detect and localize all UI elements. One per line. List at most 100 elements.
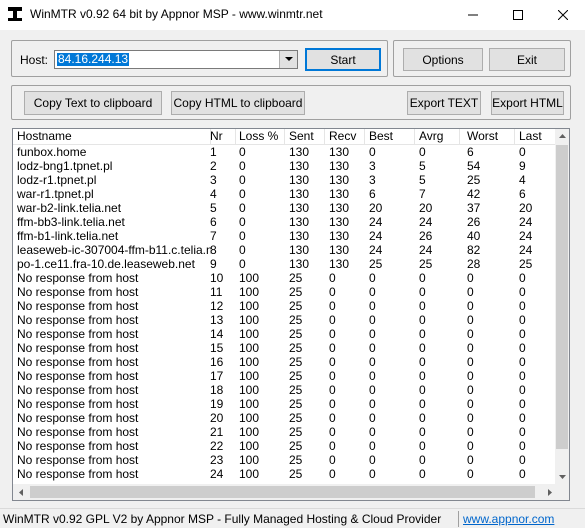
table-row[interactable]: ffm-bb3-link.telia.net 6 0 130 130 24 24 26 24 (13, 215, 558, 229)
cell-worst: 0 (467, 285, 474, 299)
table-row[interactable]: No response from host 17 100 25 0 0 0 0 0 (13, 369, 558, 383)
cell-recv: 0 (329, 453, 336, 467)
cell-last: 0 (519, 285, 526, 299)
cell-avrg: 0 (419, 467, 426, 481)
table-row[interactable]: No response from host 15 100 25 0 0 0 0 0 (13, 341, 558, 355)
col-avrg[interactable]: Avrg (415, 129, 460, 144)
cell-loss: 0 (239, 243, 246, 257)
table-row[interactable]: No response from host 22 100 25 0 0 0 0 0 (13, 439, 558, 453)
cell-sent: 25 (289, 271, 303, 285)
cell-avrg: 0 (419, 313, 426, 327)
close-icon (557, 10, 568, 20)
cell-loss: 0 (239, 187, 246, 201)
cell-last: 0 (519, 327, 526, 341)
export-text-button[interactable]: Export TEXT (407, 91, 481, 115)
minimize-button[interactable] (450, 0, 495, 30)
table-row[interactable]: No response from host 10 100 25 0 0 0 0 0 (13, 271, 558, 285)
col-best[interactable]: Best (365, 129, 415, 144)
table-row[interactable]: po-1.ce11.fra-10.de.leaseweb.net 9 0 130 130… (13, 257, 558, 271)
col-hostname[interactable]: Hostname (13, 129, 211, 144)
cell-avrg: 0 (419, 145, 426, 159)
cell-recv: 130 (329, 145, 350, 159)
cell-avrg: 0 (419, 299, 426, 313)
cell-avrg: 24 (419, 215, 433, 229)
cell-worst: 0 (467, 271, 474, 285)
vertical-scroll-thumb[interactable] (556, 145, 568, 449)
scroll-corner (555, 484, 569, 500)
cell-sent: 25 (289, 425, 303, 439)
col-loss[interactable]: Loss % (235, 129, 285, 144)
host-combobox[interactable]: 84.16.244.13 (54, 50, 298, 69)
table-row[interactable]: No response from host 16 100 25 0 0 0 0 0 (13, 355, 558, 369)
cell-loss: 0 (239, 173, 246, 187)
exit-button[interactable]: Exit (489, 48, 565, 71)
cell-avrg: 0 (419, 285, 426, 299)
cell-nr: 14 (210, 327, 224, 341)
cell-recv: 0 (329, 369, 336, 383)
table-row[interactable]: No response from host 12 100 25 0 0 0 0 0 (13, 299, 558, 313)
col-last[interactable]: Last (515, 129, 559, 144)
table-row[interactable]: No response from host 21 100 25 0 0 0 0 0 (13, 425, 558, 439)
copy-html-button[interactable]: Copy HTML to clipboard (171, 91, 305, 115)
cell-sent: 25 (289, 369, 303, 383)
cell-loss: 100 (239, 341, 260, 355)
cell-last: 25 (519, 257, 533, 271)
table-row[interactable]: lodz-r1.tpnet.pl 3 0 130 130 3 5 25 4 (13, 173, 558, 187)
vertical-scrollbar[interactable] (555, 129, 569, 484)
table-row[interactable]: leaseweb-ic-307004-ffm-b11.c.telia.net 8 0… (13, 243, 558, 257)
horizontal-scrollbar[interactable] (13, 484, 558, 500)
table-row[interactable]: No response from host 20 100 25 0 0 0 0 0 (13, 411, 558, 425)
cell-sent: 130 (289, 229, 310, 243)
cell-recv: 0 (329, 439, 336, 453)
appnor-link[interactable]: www.appnor.com (463, 512, 554, 526)
col-nr[interactable]: Nr (206, 129, 236, 144)
table-row[interactable]: No response from host 24 100 25 0 0 0 0 0 (13, 467, 558, 481)
cell-hostname: No response from host (17, 355, 139, 369)
close-button[interactable] (540, 0, 585, 30)
table-row[interactable]: war-r1.tpnet.pl 4 0 130 130 6 7 42 6 (13, 187, 558, 201)
col-worst[interactable]: Worst (463, 129, 515, 144)
scroll-up-button[interactable] (555, 129, 569, 143)
table-row[interactable]: ffm-b1-link.telia.net 7 0 130 130 24 26 40 24 (13, 229, 558, 243)
export-html-button[interactable]: Export HTML (491, 91, 564, 115)
table-row[interactable]: No response from host 14 100 25 0 0 0 0 0 (13, 327, 558, 341)
cell-avrg: 0 (419, 439, 426, 453)
start-button[interactable]: Start (305, 48, 381, 71)
cell-avrg: 20 (419, 201, 433, 215)
host-value[interactable]: 84.16.244.13 (57, 53, 130, 66)
scroll-left-button[interactable] (13, 484, 29, 500)
col-sent[interactable]: Sent (285, 129, 325, 144)
cell-sent: 130 (289, 159, 310, 173)
cell-nr: 9 (210, 257, 217, 271)
cell-best: 0 (369, 397, 376, 411)
cell-avrg: 0 (419, 397, 426, 411)
col-recv[interactable]: Recv (325, 129, 365, 144)
table-row[interactable]: No response from host 11 100 25 0 0 0 0 0 (13, 285, 558, 299)
table-row[interactable]: funbox.home 1 0 130 130 0 0 6 0 (13, 145, 558, 159)
cell-nr: 20 (210, 411, 224, 425)
cell-recv: 130 (329, 257, 350, 271)
cell-worst: 0 (467, 327, 474, 341)
table-row[interactable]: war-b2-link.telia.net 5 0 130 130 20 20 37 20 (13, 201, 558, 215)
host-dropdown-button[interactable] (279, 51, 297, 68)
table-row[interactable]: No response from host 18 100 25 0 0 0 0 0 (13, 383, 558, 397)
scroll-down-button[interactable] (555, 470, 569, 484)
cell-nr: 18 (210, 383, 224, 397)
maximize-button[interactable] (495, 0, 540, 30)
copy-text-button[interactable]: Copy Text to clipboard (24, 91, 162, 115)
cell-nr: 8 (210, 243, 217, 257)
cell-hostname: No response from host (17, 439, 139, 453)
cell-hostname: No response from host (17, 425, 139, 439)
scroll-up-icon (558, 134, 566, 138)
cell-hostname: war-b2-link.telia.net (17, 201, 122, 215)
title-bar[interactable]: WinMTR v0.92 64 bit by Appnor MSP - www.… (0, 0, 585, 30)
table-row[interactable]: No response from host 13 100 25 0 0 0 0 0 (13, 313, 558, 327)
cell-last: 24 (519, 215, 533, 229)
options-button[interactable]: Options (403, 48, 483, 71)
table-row[interactable]: No response from host 23 100 25 0 0 0 0 0 (13, 453, 558, 467)
table-row[interactable]: No response from host 19 100 25 0 0 0 0 0 (13, 397, 558, 411)
horizontal-scroll-thumb[interactable] (30, 486, 535, 498)
results-table[interactable]: Hostname Nr Loss % Sent Recv Best Avrg W… (12, 128, 570, 501)
table-row[interactable]: lodz-bng1.tpnet.pl 2 0 130 130 3 5 54 9 (13, 159, 558, 173)
cell-last: 6 (519, 187, 526, 201)
